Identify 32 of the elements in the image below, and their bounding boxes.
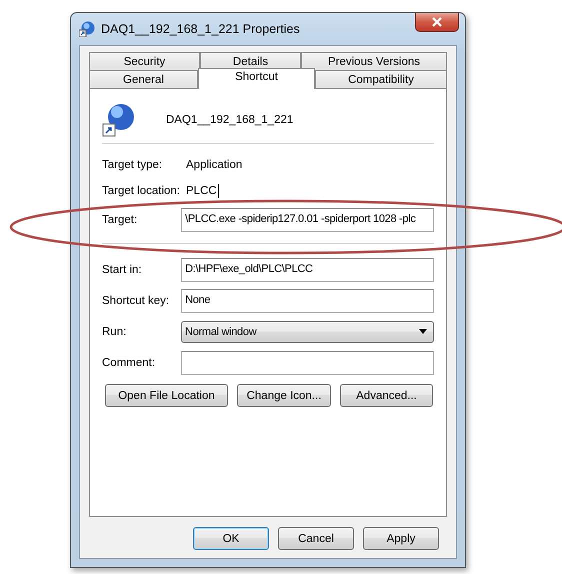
- globe-shortcut-icon: [102, 103, 136, 137]
- field-label: Shortcut key:: [102, 294, 170, 306]
- dropdown[interactable]: Normal window: [181, 320, 434, 342]
- window-title: DAQ1__192_168_1_221 Properties: [101, 22, 300, 36]
- panel-button[interactable]: Advanced...: [340, 384, 433, 407]
- tab[interactable]: Shortcut: [198, 68, 315, 89]
- input-field[interactable]: D:\HPF\exe_old\PLC\PLCC: [181, 258, 434, 282]
- tab[interactable]: Security: [89, 52, 200, 70]
- field-value: PLCC: [186, 185, 217, 197]
- field-value: Application: [186, 159, 242, 171]
- field-label: Target location:: [102, 185, 181, 197]
- close-icon: [431, 17, 443, 27]
- tab[interactable]: Previous Versions: [301, 52, 447, 70]
- panel-button[interactable]: Change Icon...: [237, 384, 331, 407]
- panel-button[interactable]: Open File Location: [105, 384, 228, 407]
- dialog-button[interactable]: OK: [193, 527, 269, 550]
- field-label: Run:: [102, 326, 128, 338]
- tab[interactable]: General: [89, 70, 198, 88]
- dialog-button[interactable]: Cancel: [278, 527, 354, 550]
- input-field[interactable]: [181, 350, 434, 374]
- close-button[interactable]: [415, 13, 459, 32]
- shortcut-name: DAQ1__192_168_1_221: [166, 114, 294, 126]
- field-label: Target type:: [102, 159, 164, 171]
- field-label: Comment:: [102, 356, 156, 368]
- input-field[interactable]: None: [181, 288, 434, 312]
- caret-icon: [419, 329, 427, 334]
- tab[interactable]: Compatibility: [315, 70, 447, 88]
- field-label: Start in:: [102, 264, 143, 276]
- input-field[interactable]: \PLCC.exe -spiderip127.0.01 -spiderport 1028 -plc: [181, 208, 434, 232]
- dialog-button[interactable]: Apply: [363, 527, 439, 550]
- field-label: Target:: [102, 214, 138, 226]
- globe-shortcut-icon: [79, 21, 95, 37]
